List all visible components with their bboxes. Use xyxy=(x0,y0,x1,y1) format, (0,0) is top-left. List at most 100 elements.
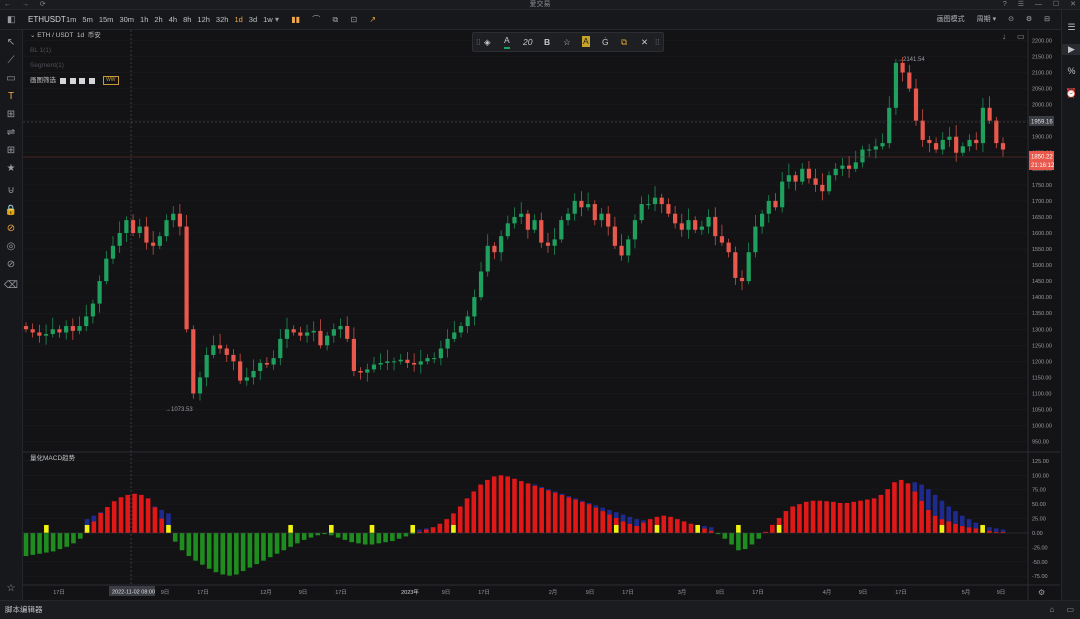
collapse-icon[interactable]: ⌄ xyxy=(30,32,35,39)
chart-canvas[interactable]: 2200.002150.002100.002050.002000.001950.… xyxy=(23,30,1060,600)
timeframe-2h[interactable]: 2h xyxy=(154,15,162,24)
share-icon[interactable]: ↗ xyxy=(369,15,376,24)
macd-signal-bar xyxy=(607,509,612,515)
timeframe-8h[interactable]: 8h xyxy=(183,15,191,24)
sidebar-toggle-icon[interactable]: ◧ xyxy=(7,10,16,29)
macd-bar xyxy=(525,483,531,533)
grid-tool-icon[interactable]: ⊞ xyxy=(0,109,22,120)
filter-checkbox-2[interactable] xyxy=(69,77,76,84)
bold-icon[interactable]: B xyxy=(544,33,550,51)
favorite-style-icon[interactable]: ☆ xyxy=(563,33,571,51)
rotate-icon[interactable]: Ġ xyxy=(602,33,609,51)
indicator-icon[interactable]: ⌒ xyxy=(312,15,320,24)
candle-type-icon[interactable]: ▮▮ xyxy=(291,15,300,24)
macd-bar xyxy=(64,532,70,547)
delete-icon[interactable]: ✕ xyxy=(641,33,648,51)
close-icon[interactable]: ✕ xyxy=(1070,1,1076,8)
collapse-up-icon[interactable]: ⌂ xyxy=(1049,605,1054,614)
drag-handle-right-icon[interactable]: ⁞⁞ xyxy=(655,33,660,51)
lock-icon[interactable]: 🔒 xyxy=(0,205,22,216)
minimize-icon[interactable]: — xyxy=(1035,1,1042,8)
magnet-icon[interactable]: ⊍ xyxy=(0,185,22,196)
favorite-icon[interactable]: ★ xyxy=(0,163,22,174)
timeframe-1h[interactable]: 1h xyxy=(140,15,148,24)
alarm-icon[interactable]: ⏰ xyxy=(1062,88,1080,99)
filter-checkbox-4[interactable] xyxy=(89,77,96,84)
symbol-selector[interactable]: ETHUSDT xyxy=(28,10,66,29)
rectangle-icon[interactable]: ▭ xyxy=(0,73,22,84)
clone-icon[interactable]: ⧉ xyxy=(621,33,627,51)
price-tick: 1150.00 xyxy=(1032,375,1051,381)
legend-segment[interactable]: Segment(1) xyxy=(30,61,119,71)
text-color-icon[interactable]: A xyxy=(504,33,510,49)
macd-indicator-label[interactable]: 量化MACD趋势 xyxy=(30,452,75,462)
filter-checkbox-3[interactable] xyxy=(79,77,86,84)
candle-body xyxy=(70,326,75,331)
restore-icon[interactable]: ▭ xyxy=(1017,32,1025,41)
settings-icon[interactable]: ⚙ xyxy=(1026,16,1032,23)
fill-color-icon[interactable]: ◈ xyxy=(484,33,491,51)
target-icon[interactable]: ⊙ xyxy=(1008,16,1014,23)
eye-icon[interactable]: ⊘ xyxy=(0,259,22,270)
pattern-tool-icon[interactable]: ⊞ xyxy=(0,145,22,156)
macd-bar xyxy=(858,500,863,533)
maximize-icon[interactable]: ☐ xyxy=(1053,1,1059,8)
script-editor-tab[interactable]: 脚本编辑器 xyxy=(5,601,43,619)
axis-settings-icon[interactable]: ⚙ xyxy=(1038,588,1045,597)
macd-bar xyxy=(803,501,809,533)
menu-icon[interactable]: ☰ xyxy=(1018,1,1024,8)
macd-bar xyxy=(580,501,585,533)
candle-body xyxy=(271,358,276,365)
font-size-value[interactable]: 20 xyxy=(523,33,532,51)
compare-icon[interactable]: ⧉ xyxy=(333,15,339,24)
watchlist-icon[interactable]: ☰ xyxy=(1062,22,1080,33)
timeframe-1d[interactable]: 1d xyxy=(234,15,242,24)
text-tool-icon[interactable]: T xyxy=(0,91,22,102)
macd-bar xyxy=(71,532,76,544)
macd-bar xyxy=(485,479,490,533)
fullscreen-icon[interactable]: ⊟ xyxy=(1044,16,1050,23)
play-icon[interactable]: ▶ xyxy=(1062,44,1080,55)
panel-icon[interactable]: ▭ xyxy=(1066,605,1074,614)
timeframe-15m[interactable]: 15m xyxy=(99,15,114,24)
stay-draw-icon[interactable]: ⊘ xyxy=(0,223,22,234)
highlight-icon[interactable]: A xyxy=(582,36,590,47)
timeframe-3d[interactable]: 3d xyxy=(249,15,257,24)
timeframe-1w[interactable]: 1w xyxy=(263,15,273,24)
hide-drawings-icon[interactable]: ◎ xyxy=(0,241,22,252)
period-dropdown[interactable]: 周期 ▾ xyxy=(977,16,996,23)
candle-body xyxy=(77,326,82,331)
price-tick: 2200.00 xyxy=(1032,38,1052,44)
timeframe-12h[interactable]: 12h xyxy=(197,15,210,24)
candle-body xyxy=(766,200,771,214)
macd-bar xyxy=(159,518,164,533)
trendline-icon[interactable]: ⟋ xyxy=(0,55,22,66)
ww-badge[interactable]: WW xyxy=(103,76,119,85)
cursor-icon[interactable]: ↖ xyxy=(0,37,22,48)
candle-body xyxy=(519,213,524,217)
legend-symbol-row: ⌄ ETH / USDT 1d 币安 xyxy=(30,31,119,41)
crosshair-price-label: 1959.16 xyxy=(1031,120,1053,126)
legend-bl[interactable]: BL 1(1) xyxy=(30,46,119,56)
timeframe-1m[interactable]: 1m xyxy=(66,15,76,24)
macd-yellow-bar xyxy=(44,524,49,533)
timeframe-30m[interactable]: 30m xyxy=(119,15,134,24)
drag-handle-left-icon[interactable]: ⁞⁞ xyxy=(476,33,481,51)
candle-body xyxy=(472,297,477,317)
scroll-down-icon[interactable]: ↓ xyxy=(1002,32,1006,41)
timeframe-4h[interactable]: 4h xyxy=(169,15,177,24)
more-timeframes-icon[interactable]: ▾ xyxy=(275,15,279,24)
price-tick: 2000.00 xyxy=(1032,103,1052,109)
timeframe-5m[interactable]: 5m xyxy=(82,15,92,24)
macd-bar xyxy=(186,532,192,557)
help-icon[interactable]: ? xyxy=(1003,1,1007,8)
candle-body xyxy=(666,204,671,214)
fib-tool-icon[interactable]: ⇌ xyxy=(0,127,22,138)
eraser-icon[interactable]: ⌫ xyxy=(0,280,22,291)
percent-icon[interactable]: % xyxy=(1062,66,1080,76)
snapshot-icon[interactable]: ⊡ xyxy=(350,15,357,24)
filter-checkbox-1[interactable] xyxy=(59,77,66,84)
timeframe-32h[interactable]: 32h xyxy=(216,15,229,24)
star-icon[interactable]: ☆ xyxy=(0,583,22,594)
draw-mode-button[interactable]: 画图模式 xyxy=(937,16,965,23)
